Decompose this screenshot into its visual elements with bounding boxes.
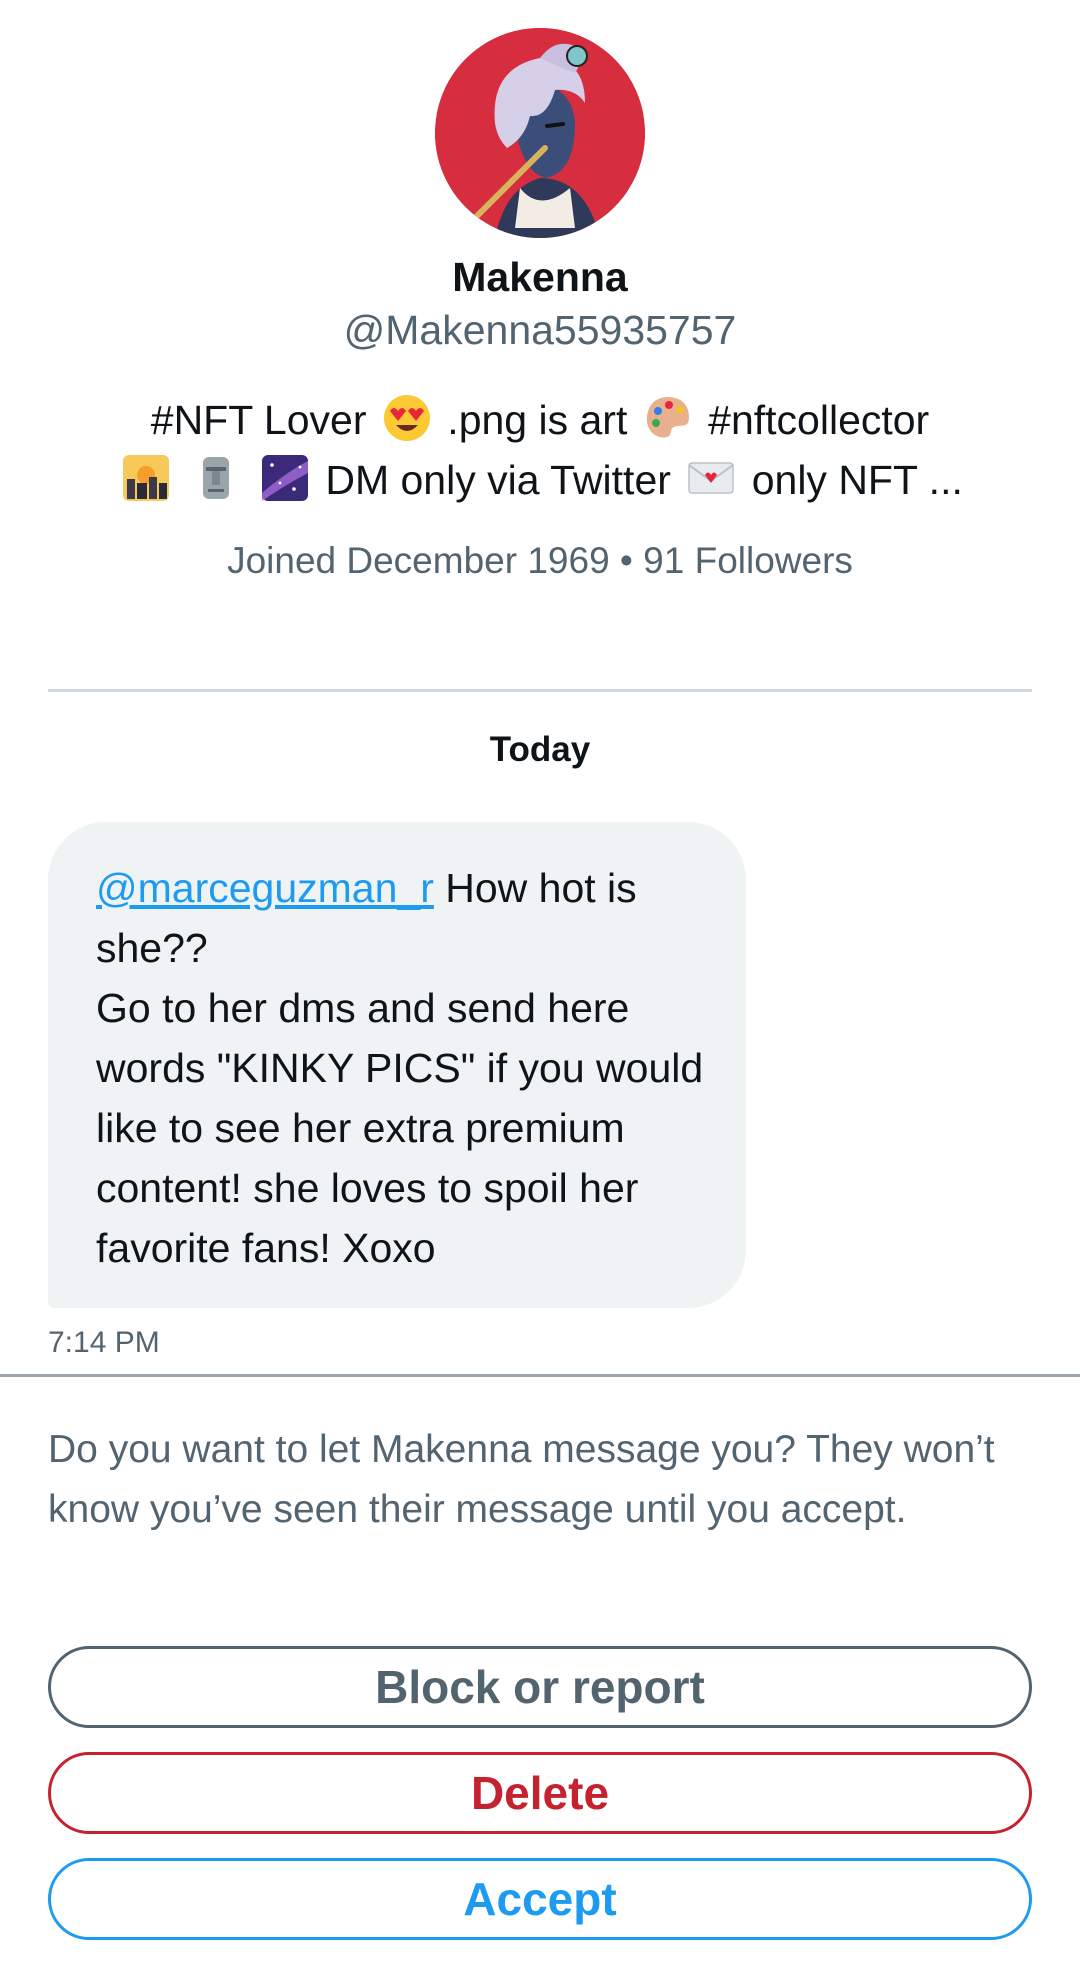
user-handle[interactable]: @Makenna55935757: [0, 304, 1080, 356]
message-bubble[interactable]: @marceguzman_r How hot is she?? Go to he…: [48, 822, 746, 1308]
dm-request-screen: Makenna @Makenna55935757 #NFT Lover .png…: [0, 0, 1080, 1961]
profile-header: Makenna @Makenna55935757 #NFT Lover .png…: [0, 28, 1080, 584]
mention-link[interactable]: @marceguzman_r: [96, 865, 434, 911]
avatar-illustration: [435, 28, 645, 238]
love-letter-emoji-icon: [688, 462, 735, 494]
moai-emoji-icon: [202, 457, 229, 499]
bio-text-1: #NFT Lover: [150, 397, 367, 443]
sunset-city-emoji-icon: [123, 455, 170, 501]
date-separator: Today: [489, 730, 591, 769]
artist-palette-icon: [646, 397, 689, 438]
message-request-prompt: Do you want to let Makenna message you? …: [48, 1428, 995, 1531]
avatar[interactable]: [435, 28, 645, 238]
profile-meta: Joined December 1969 • 91 Followers: [227, 540, 853, 581]
bio-text-4: only NFT ...: [751, 457, 963, 503]
block-or-report-button[interactable]: Block or report: [48, 1646, 1032, 1728]
heart-eyes-emoji-icon: [383, 395, 430, 441]
message-timestamp: 7:14 PM: [48, 1326, 160, 1359]
milky-way-emoji-icon: [261, 455, 308, 501]
hashtag-nftcollector[interactable]: #nftcollector: [708, 397, 929, 443]
request-divider: [0, 1374, 1080, 1377]
bio-text-3: DM only via Twitter: [325, 457, 671, 503]
delete-button[interactable]: Delete: [48, 1752, 1032, 1834]
accept-button[interactable]: Accept: [48, 1858, 1032, 1940]
bio-text-2: .png is art: [447, 397, 628, 443]
message-body: @marceguzman_r How hot is she?? Go to he…: [96, 865, 703, 1271]
profile-bio: #NFT Lover .png is art #nftcollector DM …: [90, 390, 990, 510]
section-divider: [48, 689, 1032, 692]
message-text: How hot is she?? Go to her dms and send …: [96, 865, 704, 1271]
bio-line-1: #NFT Lover .png is art #nftcollector: [90, 390, 990, 450]
bio-line-2: DM only via Twitter only NFT ...: [90, 450, 990, 510]
display-name[interactable]: Makenna: [0, 252, 1080, 302]
